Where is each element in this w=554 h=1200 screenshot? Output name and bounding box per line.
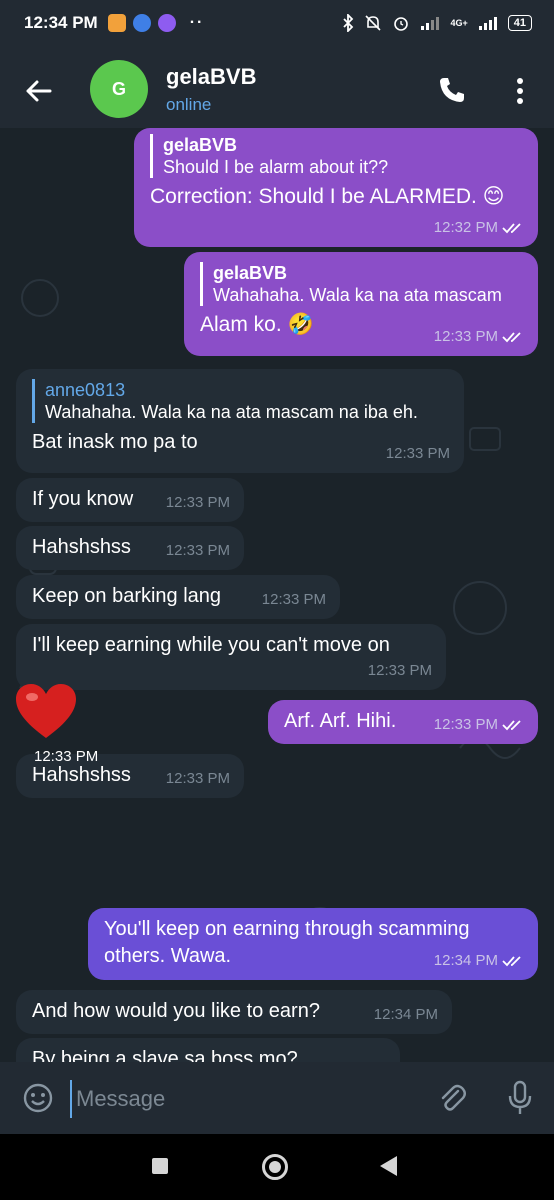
message-meta: 12:33 PM [166, 766, 230, 792]
signal-icon-2 [478, 17, 497, 30]
paperclip-icon[interactable] [436, 1082, 468, 1114]
message-meta: 12:32 PM [434, 215, 524, 241]
reply-author: gelaBVB [163, 135, 238, 155]
home-button[interactable] [262, 1154, 288, 1180]
message-composer [0, 1062, 554, 1134]
emoji-icon[interactable] [22, 1082, 54, 1114]
system-nav-bar [0, 1134, 554, 1200]
chat-header: G gelaBVB online [0, 46, 554, 132]
reply-quote[interactable]: anne0813 Wahahaha. Wala ka na ata mascam… [32, 379, 450, 423]
message-incoming[interactable]: If you know 12:33 PM [16, 478, 244, 522]
message-text: By being a slave sa boss mo? [32, 1048, 298, 1062]
notification-icons [107, 14, 176, 32]
message-outgoing[interactable]: You'll keep on earning through scamming … [88, 908, 538, 980]
phone-icon[interactable] [436, 74, 468, 106]
message-time: 12:33 PM [165, 770, 230, 787]
reply-text: Wahahaha. Wala ka na ata mascam [213, 285, 502, 305]
message-time: 12:33 PM [433, 716, 498, 733]
network-type: 4G+ [450, 18, 468, 28]
reply-text: Should I be alarm about it?? [163, 157, 389, 177]
app-notification-icon [107, 14, 126, 32]
battery-icon: 41 [507, 15, 532, 31]
message-meta: 12:33 PM [166, 538, 230, 564]
message-incoming[interactable]: And how would you like to earn? 12:34 PM [16, 990, 452, 1034]
double-check-icon [502, 956, 521, 967]
message-meta: 12:34 PM [434, 948, 524, 974]
reply-quote[interactable]: gelaBVB Should I be alarm about it?? [150, 134, 524, 178]
double-check-icon [502, 720, 521, 731]
message-incoming[interactable]: I'll keep earning while you can't move o… [16, 624, 446, 690]
reply-quote[interactable]: gelaBVB Wahahaha. Wala ka na ata mascam [200, 262, 524, 306]
status-time: 12:34 PM [24, 13, 98, 32]
avatar[interactable]: G [90, 60, 148, 118]
more-options-icon[interactable] [508, 76, 532, 106]
message-outgoing[interactable]: gelaBVB Wahahaha. Wala ka na ata mascam … [184, 252, 538, 356]
message-time: 12:34 PM [433, 952, 498, 969]
message-incoming[interactable]: anne0813 Wahahaha. Wala ka na ata mascam… [16, 369, 464, 473]
message-meta: 12:33 PM [368, 658, 432, 684]
settings-notification-icon [132, 14, 151, 32]
message-incoming[interactable]: By being a slave sa boss mo? [16, 1038, 400, 1062]
message-time: 12:33 PM [34, 748, 99, 765]
message-meta: 12:34 PM [374, 1002, 438, 1028]
message-text: I'll keep earning while you can't move o… [32, 634, 390, 656]
back-button[interactable] [380, 1156, 397, 1176]
signal-icon [421, 17, 440, 30]
message-incoming[interactable]: Hahshshss 12:33 PM [16, 526, 244, 570]
message-text: Correction: Should I be ALARMED. 😊 [150, 185, 505, 208]
message-meta: 12:33 PM [166, 490, 230, 516]
heart-sticker[interactable] [14, 682, 78, 742]
reply-text: Wahahaha. Wala ka na ata mascam na iba e… [45, 402, 418, 422]
message-outgoing[interactable]: gelaBVB Should I be alarm about it?? Cor… [134, 128, 538, 247]
system-status-icons: 4G+ 41 [342, 0, 532, 46]
message-time: 12:34 PM [373, 1006, 438, 1023]
message-time: 12:33 PM [165, 494, 230, 511]
contact-name[interactable]: gelaBVB [166, 64, 256, 90]
message-time: 12:33 PM [385, 445, 450, 462]
message-outgoing[interactable]: Arf. Arf. Hihi. 12:33 PM [268, 700, 538, 744]
contact-status: online [166, 95, 212, 114]
messenger-icon [157, 14, 176, 32]
recents-button[interactable] [152, 1158, 168, 1174]
back-arrow-icon[interactable] [22, 74, 56, 108]
reply-author: anne0813 [45, 380, 126, 400]
reply-author: gelaBVB [213, 263, 288, 283]
message-time: 12:32 PM [433, 219, 498, 236]
microphone-icon[interactable] [506, 1080, 534, 1116]
message-input[interactable] [70, 1080, 418, 1118]
message-time: 12:33 PM [367, 662, 432, 679]
more-notifications-indicator: ·· [189, 14, 205, 31]
double-check-icon [502, 223, 521, 234]
message-meta: 12:33 PM [434, 324, 524, 350]
mute-icon [365, 15, 382, 31]
message-list[interactable]: gelaBVB Should I be alarm about it?? Cor… [0, 128, 554, 1062]
message-meta: 12:33 PM [262, 587, 326, 613]
double-check-icon [502, 332, 521, 343]
message-time: 12:33 PM [261, 591, 326, 608]
message-meta: 12:33 PM [434, 712, 524, 738]
status-bar: 12:34 PM ·· 4G+ 41 [0, 0, 554, 46]
message-time: 12:33 PM [433, 328, 498, 345]
message-time: 12:33 PM [165, 542, 230, 559]
message-incoming[interactable]: Keep on barking lang 12:33 PM [16, 575, 340, 619]
bluetooth-icon [343, 14, 354, 32]
message-meta: 12:33 PM [386, 441, 450, 467]
alarm-icon [394, 17, 409, 31]
